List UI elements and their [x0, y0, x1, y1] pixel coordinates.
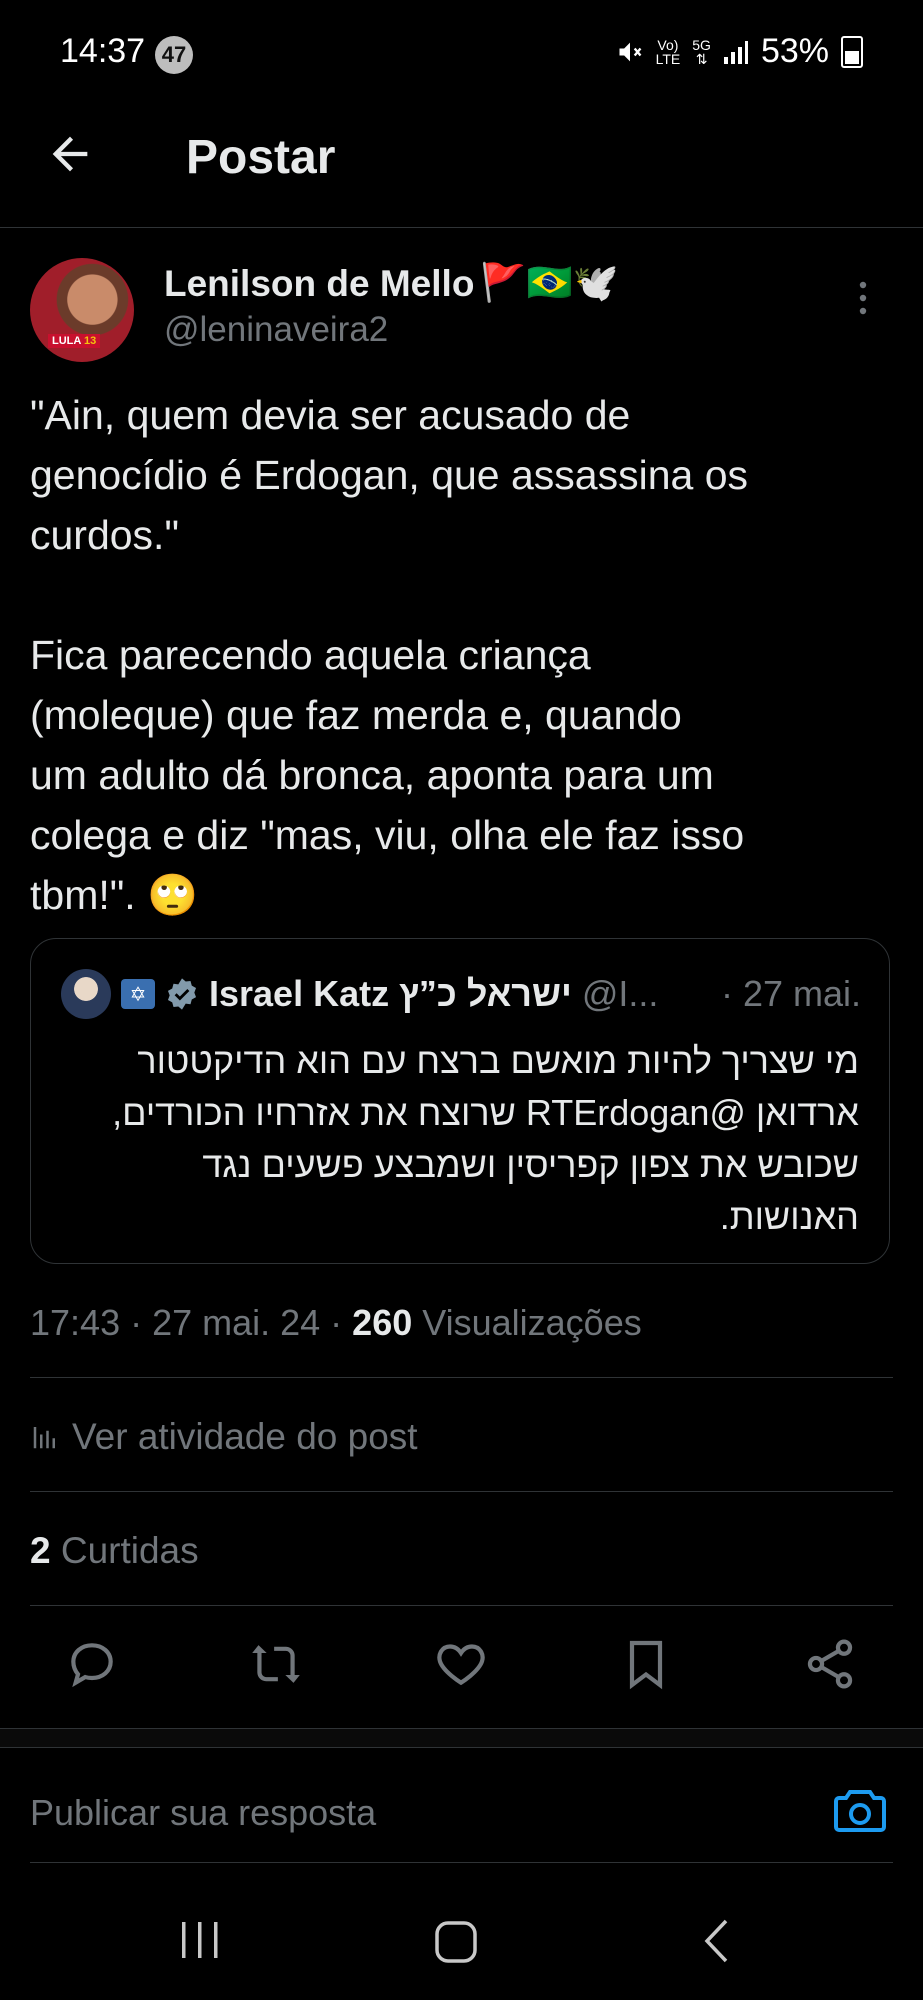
views-count: 260	[352, 1302, 413, 1343]
likes-label: Curtidas	[50, 1530, 199, 1571]
author-emojis: 🚩🇧🇷🕊️	[480, 262, 619, 303]
header-divider	[0, 227, 923, 228]
mute-icon	[619, 42, 642, 61]
quoted-tweet[interactable]: ✡ Israel Katz ישראל כ”ץ @I... · 27 mai. …	[30, 938, 890, 1264]
author-avatar[interactable]: LULA 13	[30, 258, 134, 362]
activity-label: Ver atividade do post	[72, 1416, 418, 1457]
status-icons: Vo) LTE 5G ⇅ 53%	[616, 32, 863, 71]
divider	[30, 1491, 893, 1492]
home-icon[interactable]	[434, 1920, 478, 1964]
status-time: 14:37	[60, 32, 146, 70]
reply-input[interactable]: Publicar sua resposta	[30, 1792, 376, 1834]
likes-count[interactable]: 2 Curtidas	[30, 1530, 199, 1572]
battery-icon	[841, 35, 863, 68]
reply-icon[interactable]	[64, 1636, 120, 1692]
network-5g-icon: 5G ⇅	[692, 36, 711, 67]
author-name-row[interactable]: Lenilson de Mello 🚩🇧🇷🕊️	[164, 262, 619, 305]
back-arrow-icon[interactable]	[44, 128, 96, 180]
tweet-meta: 17:43 · 27 mai. 24 · 260 Visualizações	[30, 1302, 642, 1344]
recent-apps-icon[interactable]	[178, 1920, 222, 1960]
author-name[interactable]: Lenilson de Mello	[164, 263, 474, 305]
tweet-timestamp: 17:43 · 27 mai. 24 ·	[30, 1302, 353, 1343]
section-gap	[0, 1729, 923, 1747]
tweet-text: "Ain, quem devia ser acusado de genocídi…	[30, 392, 749, 918]
notification-count-badge: 47	[155, 36, 193, 74]
like-icon[interactable]	[433, 1636, 489, 1692]
likes-number: 2	[30, 1530, 51, 1571]
author-handle[interactable]: @leninaveira2	[164, 310, 388, 350]
quoted-author-name: Israel Katz ישראל כ”ץ	[209, 973, 572, 1014]
system-nav-bar	[0, 1890, 923, 2000]
action-bar	[0, 1636, 923, 1696]
quoted-author-avatar	[61, 969, 111, 1019]
signal-icon	[723, 40, 748, 64]
more-options-icon[interactable]	[858, 280, 868, 316]
israel-flag-icon: ✡	[121, 979, 155, 1009]
quoted-date: · 27 mai.	[720, 973, 861, 1014]
back-nav-icon[interactable]	[702, 1918, 732, 1964]
divider	[30, 1605, 893, 1606]
volte-icon: Vo) LTE	[655, 36, 681, 67]
page-title: Postar	[186, 131, 336, 184]
divider	[0, 1747, 923, 1748]
quoted-tweet-header: ✡ Israel Katz ישראל כ”ץ @I... · 27 mai.	[61, 969, 861, 1019]
analytics-icon	[33, 1427, 55, 1449]
bookmark-icon[interactable]	[618, 1636, 674, 1692]
view-post-activity-button[interactable]: Ver atividade do post	[30, 1416, 418, 1458]
repost-icon[interactable]	[248, 1636, 304, 1692]
quoted-tweet-text: מי שצריך להיות מואשם ברצח עם הוא הדיקטטו…	[112, 1040, 859, 1237]
quoted-author-handle: @I...	[581, 973, 659, 1014]
battery-percent: 53%	[760, 32, 829, 70]
avatar-badge: LULA 13	[48, 334, 101, 348]
divider	[30, 1377, 893, 1378]
verified-icon	[167, 978, 197, 1010]
camera-icon[interactable]	[834, 1786, 886, 1834]
reply-underline	[30, 1862, 893, 1863]
views-label: Visualizações	[412, 1302, 642, 1343]
share-icon[interactable]	[802, 1636, 858, 1692]
status-bar: 14:37 47 Vo) LTE 5G ⇅ 53%	[0, 0, 923, 105]
